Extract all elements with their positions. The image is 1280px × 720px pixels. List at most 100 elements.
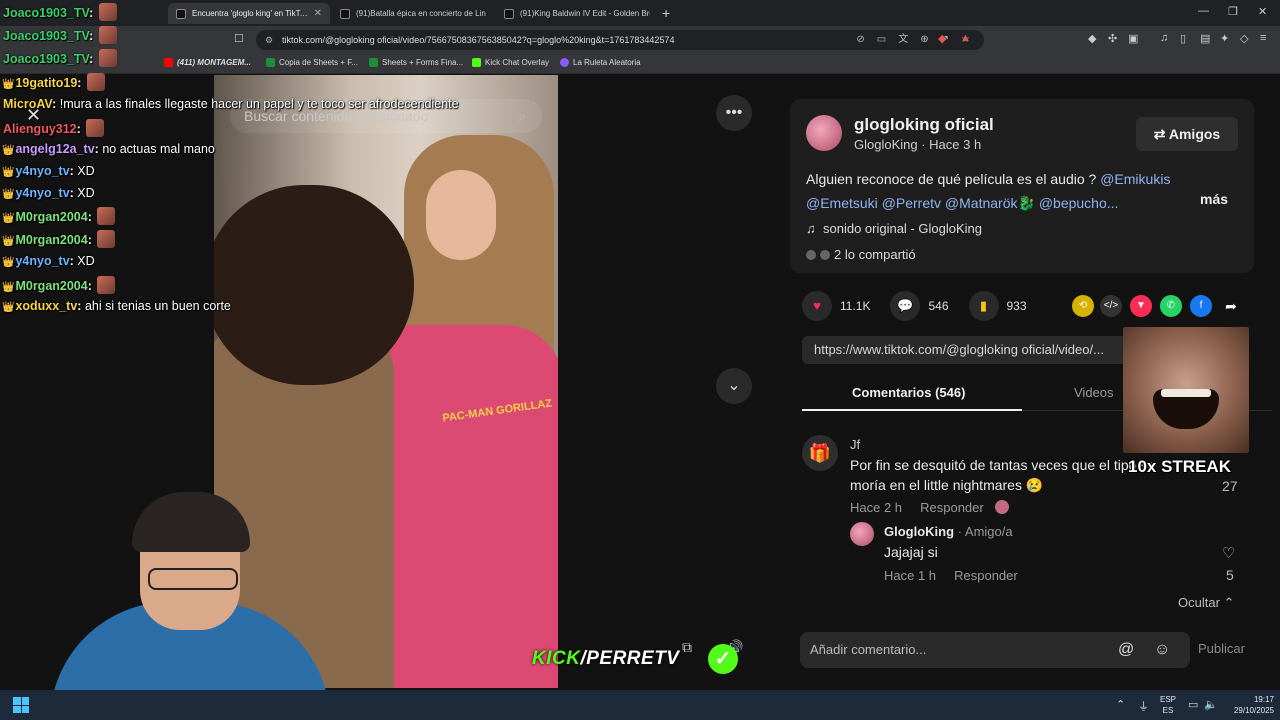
clock[interactable]: 19:17 29/10/2025 — [1220, 694, 1274, 716]
zoom-icon[interactable]: ⊕ — [920, 30, 928, 50]
tab-comments[interactable]: Comentarios (546) — [852, 385, 965, 400]
extensions-icon[interactable]: ✣ — [1108, 32, 1117, 45]
restore-icon[interactable]: ❐ — [1228, 5, 1238, 18]
chat-username[interactable]: Joaco1903_TV — [3, 29, 89, 43]
vpn-shield-icon[interactable]: ◇ — [1240, 32, 1248, 45]
chat-username[interactable]: M0rgan2004 — [15, 210, 87, 224]
close-window-icon[interactable]: ✕ — [1258, 5, 1267, 18]
verified-check-icon: ✓ — [708, 644, 738, 674]
mention-icon[interactable]: @ — [1118, 632, 1134, 668]
chat-separator: : — [89, 6, 97, 20]
chat-username[interactable]: M0rgan2004 — [15, 279, 87, 293]
chat-text: XD — [77, 186, 95, 200]
embed-icon[interactable]: </> — [1100, 295, 1122, 317]
post-username[interactable]: glogloking oficial — [854, 115, 994, 135]
friends-button[interactable]: ⇄ Amigos — [1136, 117, 1238, 151]
more-button[interactable]: más — [1200, 191, 1228, 207]
shared-by[interactable]: 2 lo compartió — [806, 247, 916, 262]
avatar[interactable] — [850, 522, 874, 546]
chat-text: !mura a las finales llegaste hacer un pa… — [59, 97, 459, 111]
comment-text: Por fin se desquitó de tantas veces que … — [850, 457, 1156, 493]
whatsapp-icon[interactable]: ✆ — [1160, 295, 1182, 317]
comment-author[interactable]: GlogloKing — [884, 524, 954, 539]
mention-link[interactable]: @bepucho... — [1039, 195, 1119, 211]
reply-button[interactable]: Responder — [954, 568, 1018, 583]
chat-username[interactable]: Alienguy312 — [3, 122, 77, 136]
cast-icon[interactable]: ▭ — [877, 30, 886, 50]
tab-label: (91)King Baldwin IV Edit - Golden Bro — [520, 9, 650, 18]
chat-username[interactable]: M0rgan2004 — [15, 233, 87, 247]
chat-message: 👑y4nyo_tv: XD — [2, 164, 95, 178]
comment-author[interactable]: Jf — [850, 437, 860, 452]
chat-message: 👑y4nyo_tv: XD — [2, 186, 95, 200]
mention-link[interactable]: @Emikukis — [1100, 171, 1170, 187]
chat-username[interactable]: Joaco1903_TV — [3, 52, 89, 66]
rewards-icon[interactable]: ▲ — [960, 32, 971, 44]
chat-username[interactable]: y4nyo_tv — [15, 254, 69, 268]
mention-link[interactable]: @Perretv — [882, 195, 941, 211]
facebook-icon[interactable]: f — [1190, 295, 1212, 317]
save-button[interactable]: ▮ 933 — [968, 291, 1027, 321]
screenshot-icon[interactable]: ▣ — [1128, 32, 1138, 45]
publish-button[interactable]: Publicar — [1198, 641, 1245, 656]
reply-button[interactable]: Responder — [920, 500, 984, 515]
next-video-button[interactable]: ⌄ — [716, 368, 752, 404]
wallet-icon[interactable]: ▤ — [1200, 32, 1210, 45]
chat-separator: : — [76, 122, 85, 136]
usb-icon[interactable]: ⏚ — [1138, 698, 1149, 714]
mention-link[interactable]: @Matnarök🐉 — [945, 195, 1035, 211]
minimize-icon[interactable]: — — [1198, 5, 1209, 17]
leo-icon[interactable]: ✦ — [1220, 32, 1229, 45]
like-heart-icon[interactable]: ♡ — [1222, 544, 1235, 562]
chat-username[interactable]: y4nyo_tv — [15, 186, 69, 200]
chat-message: MicroAV: !mura a las finales llegaste ha… — [2, 97, 459, 111]
speaker-icon[interactable]: 🔈 — [1204, 698, 1218, 711]
new-tab-icon[interactable]: + — [662, 5, 670, 21]
monitor-icon[interactable]: ▭ — [1188, 698, 1198, 711]
emote-icon — [97, 276, 116, 294]
sidebar-icon[interactable]: ▯ — [1180, 32, 1186, 45]
chat-message: 👑xoduxx_tv: ahi si tenias un buen corte — [2, 299, 231, 313]
chat-username[interactable]: MicroAV — [3, 97, 52, 111]
chat-text: ahi si tenias un buen corte — [84, 299, 231, 313]
chat-separator: : — [87, 210, 96, 224]
copy-link-field[interactable]: https://www.tiktok.com/@glogloking ofici… — [802, 336, 1128, 364]
hide-replies-button[interactable]: Ocultar ⌃ — [1178, 595, 1234, 611]
more-options-button[interactable]: ••• — [716, 95, 752, 131]
like-button[interactable]: ♥ 11.1K — [802, 291, 870, 321]
subscriber-badge-icon: 👑 — [2, 257, 15, 268]
media-icon[interactable]: ♫ — [1160, 32, 1168, 44]
bookmark-ruleta[interactable]: La Ruleta Aleatoria — [560, 58, 641, 67]
active-tab-indicator — [802, 409, 1022, 411]
repost-icon[interactable]: ⟲ — [1072, 295, 1094, 317]
share-arrow-icon[interactable]: ➦ — [1220, 295, 1242, 317]
tab-king-baldwin[interactable]: (91)King Baldwin IV Edit - Golden Bro — [496, 3, 658, 24]
gift-avatar-icon[interactable]: 🎁 — [802, 435, 838, 471]
chat-username[interactable]: Joaco1903_TV — [3, 6, 89, 20]
chat-username[interactable]: 19gatito19 — [15, 76, 77, 90]
send-icon[interactable]: ▼ — [1130, 295, 1152, 317]
chat-username[interactable]: y4nyo_tv — [15, 164, 69, 178]
brave-shield-icon[interactable]: ◆ — [938, 32, 946, 45]
emoji-icon[interactable]: ☺ — [1154, 632, 1170, 668]
add-comment-input[interactable]: Añadir comentario... @ ☺ — [800, 632, 1190, 668]
chat-username[interactable]: xoduxx_tv — [15, 299, 77, 313]
windows-start-icon[interactable] — [13, 697, 29, 713]
subscriber-badge-icon: 👑 — [2, 236, 15, 247]
pip-icon[interactable]: ⧉ — [682, 639, 692, 656]
tray-chevron-icon[interactable]: ⌃ — [1116, 698, 1125, 711]
chat-username[interactable]: angelg12a_tv — [15, 142, 94, 156]
language-indicator[interactable]: ESP ES — [1156, 694, 1180, 716]
comment-button[interactable]: 💬 546 — [890, 291, 949, 321]
webcam-overlay — [20, 492, 350, 720]
mute-icon[interactable]: ⊘ — [856, 30, 864, 50]
extension-diamond-icon[interactable]: ◆ — [1088, 32, 1096, 45]
comment-text: Jajajaj si — [884, 544, 938, 560]
avatar[interactable] — [806, 115, 842, 151]
translate-icon[interactable]: 文 — [898, 30, 908, 50]
mention-link[interactable]: @Emetsuki — [806, 195, 878, 211]
emote-icon — [97, 207, 116, 225]
tab-videos[interactable]: Videos — [1074, 385, 1114, 400]
menu-icon[interactable]: ≡ — [1260, 32, 1266, 44]
sound-link[interactable]: ♫ sonido original - GlogloKing — [806, 221, 982, 236]
